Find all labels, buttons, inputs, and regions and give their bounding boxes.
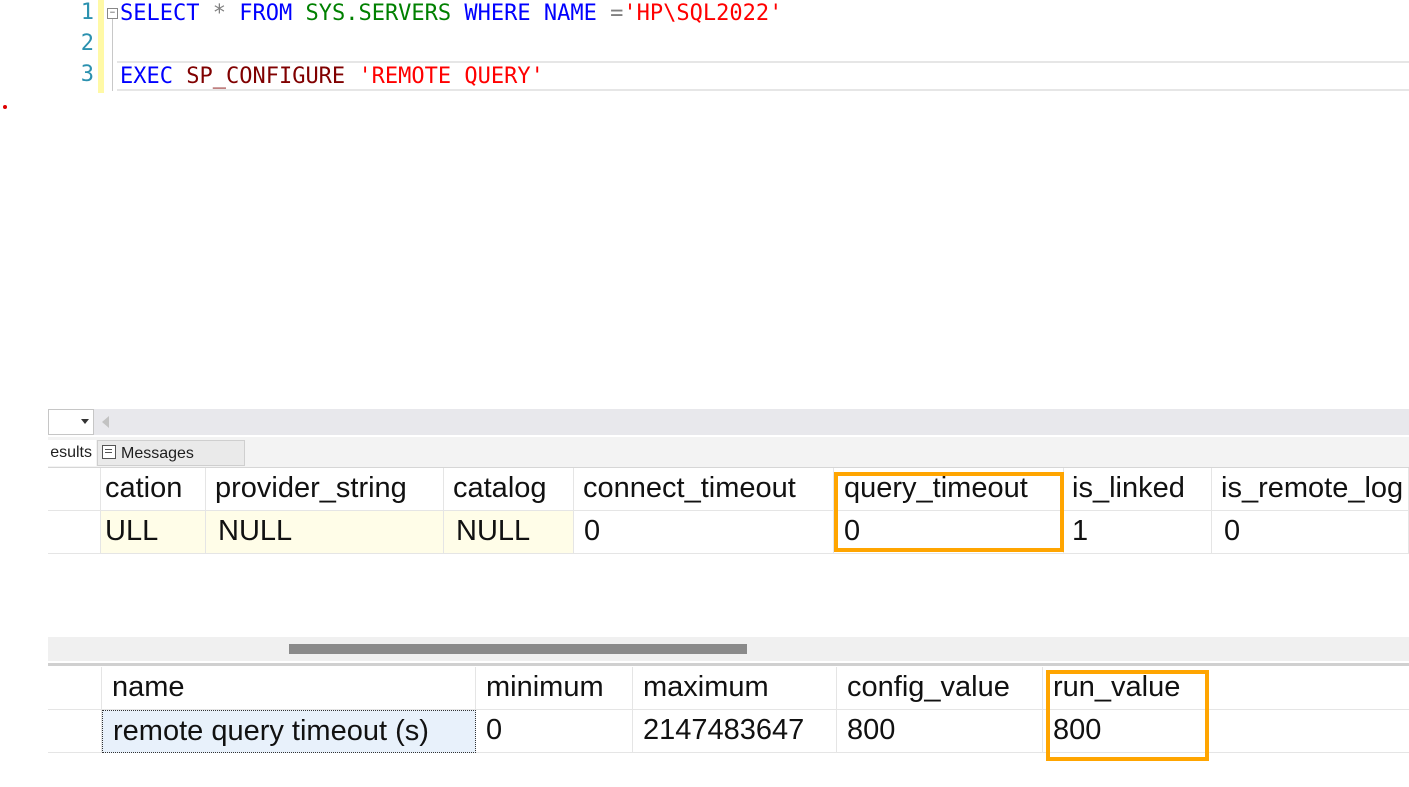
run-value-highlight-box bbox=[1046, 670, 1209, 761]
column-header[interactable]: maximum bbox=[633, 667, 837, 710]
column-header[interactable]: provider_string bbox=[206, 468, 444, 511]
fold-guide-line bbox=[112, 19, 113, 91]
column-header[interactable]: name bbox=[102, 667, 476, 710]
results-tabs: esults Messages bbox=[48, 437, 1409, 468]
column-name: NAME bbox=[543, 1, 597, 26]
object-sys-servers: SYS.SERVERS bbox=[305, 1, 452, 26]
scrollbar-thumb[interactable] bbox=[289, 644, 747, 654]
keyword-from: FROM bbox=[239, 1, 293, 26]
tab-results-label: esults bbox=[50, 444, 92, 461]
operator-star: * bbox=[199, 1, 240, 26]
row-header-corner[interactable] bbox=[48, 667, 102, 710]
column-header[interactable]: catalog bbox=[444, 468, 574, 511]
grid-splitter[interactable] bbox=[48, 663, 1409, 666]
grid-cell[interactable]: 1 bbox=[1064, 511, 1212, 554]
row-header-corner[interactable] bbox=[48, 468, 101, 511]
tab-results[interactable]: esults bbox=[48, 440, 96, 466]
procedure-name: SP_CONFIGURE bbox=[186, 64, 346, 89]
code-line-3[interactable]: EXEC SP_CONFIGURE 'REMOTE QUERY' bbox=[120, 63, 544, 91]
change-tracking-bar bbox=[98, 0, 104, 93]
column-header[interactable]: is_remote_log bbox=[1212, 468, 1409, 511]
results-toolbar bbox=[48, 409, 1409, 435]
line-number: 1 bbox=[80, 0, 94, 25]
operator-equals: = bbox=[596, 1, 624, 26]
column-header[interactable]: is_linked bbox=[1064, 468, 1212, 511]
column-header[interactable]: minimum bbox=[476, 667, 633, 710]
query-editor[interactable]: 1 2 3 − SELECT * FROM SYS.SERVERS WHERE … bbox=[0, 0, 1409, 100]
messages-icon bbox=[102, 444, 116, 459]
keyword-where: WHERE bbox=[464, 1, 531, 26]
tab-messages-label: Messages bbox=[121, 445, 194, 462]
scroll-left-icon[interactable] bbox=[102, 416, 109, 428]
string-literal: 'REMOTE QUERY' bbox=[358, 64, 544, 89]
line-number: 3 bbox=[80, 62, 94, 87]
string-literal: 'HP\SQL2022' bbox=[623, 1, 783, 26]
line-number: 2 bbox=[80, 31, 94, 56]
grid-cell[interactable]: 2147483647 bbox=[633, 710, 837, 753]
row-header[interactable] bbox=[48, 710, 102, 753]
chevron-down-icon bbox=[81, 419, 89, 424]
zoom-dropdown[interactable] bbox=[48, 409, 94, 435]
tab-messages[interactable]: Messages bbox=[97, 440, 245, 466]
breakpoint-marker bbox=[3, 105, 7, 109]
column-header[interactable]: config_value bbox=[837, 667, 1043, 710]
keyword-exec: EXEC bbox=[120, 64, 173, 89]
grid-cell[interactable]: 0 bbox=[1212, 511, 1409, 554]
grid-cell[interactable]: 0 bbox=[476, 710, 633, 753]
column-header[interactable]: cation bbox=[101, 468, 206, 511]
grid-cell[interactable]: 0 bbox=[574, 511, 834, 554]
code-line-1[interactable]: SELECT * FROM SYS.SERVERS WHERE NAME ='H… bbox=[120, 0, 782, 28]
grid-cell-selected[interactable]: remote query timeout (s) bbox=[102, 710, 476, 753]
row-header[interactable] bbox=[48, 511, 101, 554]
horizontal-scrollbar[interactable] bbox=[48, 637, 1409, 661]
keyword-select: SELECT bbox=[120, 1, 200, 26]
grid-cell[interactable]: ULL bbox=[101, 511, 206, 554]
column-header[interactable]: connect_timeout bbox=[574, 468, 834, 511]
grid-cell[interactable]: NULL bbox=[206, 511, 444, 554]
grid-cell[interactable]: NULL bbox=[444, 511, 574, 554]
results-grid-1: cation provider_string catalog connect_t… bbox=[48, 468, 1409, 556]
collapse-icon[interactable]: − bbox=[107, 8, 118, 19]
grid-cell[interactable]: 800 bbox=[837, 710, 1043, 753]
query-timeout-highlight-box bbox=[834, 472, 1064, 552]
